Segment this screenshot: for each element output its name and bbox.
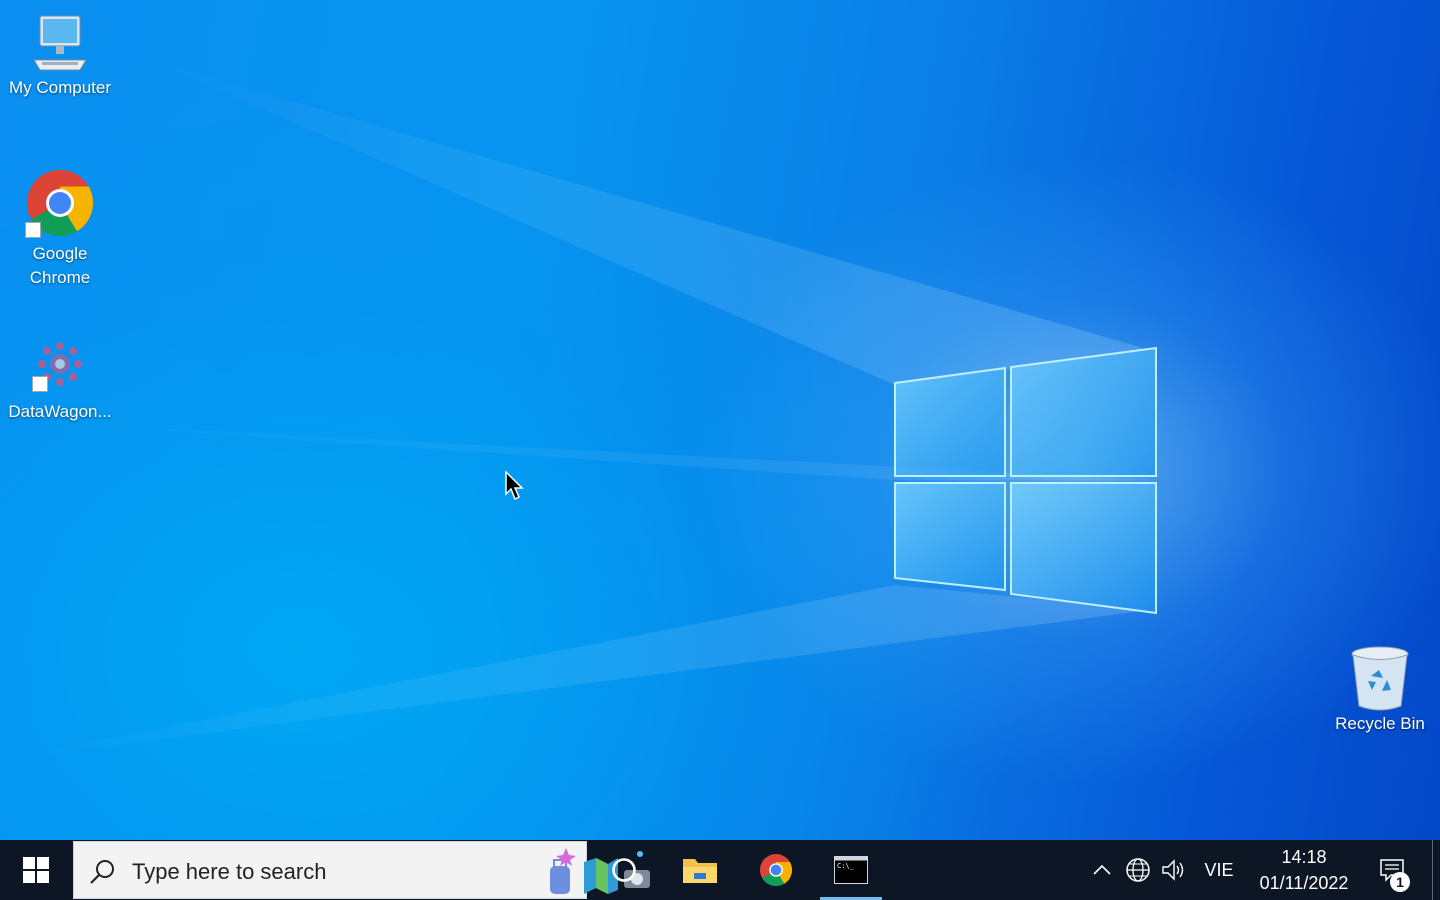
desktop-icon-label: Google Chrome [29,244,91,287]
desktop-icon-recycle-bin[interactable]: Recycle Bin [1320,644,1440,736]
desktop-icon-label: Recycle Bin [1335,714,1425,733]
mouse-cursor-icon [505,470,524,501]
show-hidden-icons-button[interactable] [1088,840,1116,900]
chrome-icon [25,168,95,238]
terminal-icon: C:\_ [834,856,868,884]
desktop-icon-datawagon[interactable]: DataWagon... [0,336,120,424]
cortana-circle-icon [612,858,636,882]
search-icon [90,860,114,884]
desktop[interactable]: My Computer Google Chrome DataWagon... R… [0,0,1440,840]
svg-text:C:\_: C:\_ [837,862,855,870]
start-button[interactable] [0,840,72,900]
cortana-button[interactable] [593,840,655,900]
recycle-bin-icon [1349,644,1411,712]
windows-logo-icon [23,857,49,883]
show-desktop-button[interactable] [1432,840,1440,900]
folder-icon [683,859,717,883]
shortcut-arrow-icon [32,376,48,392]
desktop-icon-label: DataWagon... [8,402,112,421]
speaker-icon [1162,859,1184,881]
language-indicator[interactable]: VIE [1196,840,1242,900]
file-explorer-button[interactable] [669,840,731,900]
search-box[interactable]: Type here to search [73,841,650,899]
command-prompt-button[interactable]: C:\_ [820,840,882,900]
chrome-taskbar-button[interactable] [745,840,807,900]
search-placeholder: Type here to search [132,859,327,884]
desktop-icon-google-chrome[interactable]: Google Chrome [0,168,120,290]
volume-button[interactable] [1158,840,1188,900]
notification-count-badge: 1 [1390,872,1410,892]
clock-time: 14:18 [1281,847,1327,867]
chevron-up-icon [1093,864,1111,875]
globe-icon [1126,858,1150,882]
wallpaper [0,60,1157,760]
taskbar: Type here to search C:\_ VIE 14:18 01/11… [0,840,1440,900]
datawagon-icon [32,336,88,392]
chrome-icon [759,853,793,887]
desktop-icon-my-computer[interactable]: My Computer [0,12,120,100]
network-button[interactable] [1122,840,1154,900]
shortcut-arrow-icon [25,222,41,238]
clock-date: 01/11/2022 [1259,873,1349,893]
clock[interactable]: 14:18 01/11/2022 [1250,840,1358,900]
computer-icon [28,12,92,76]
desktop-icon-label: My Computer [8,78,112,97]
action-center-button[interactable] [1372,840,1412,900]
